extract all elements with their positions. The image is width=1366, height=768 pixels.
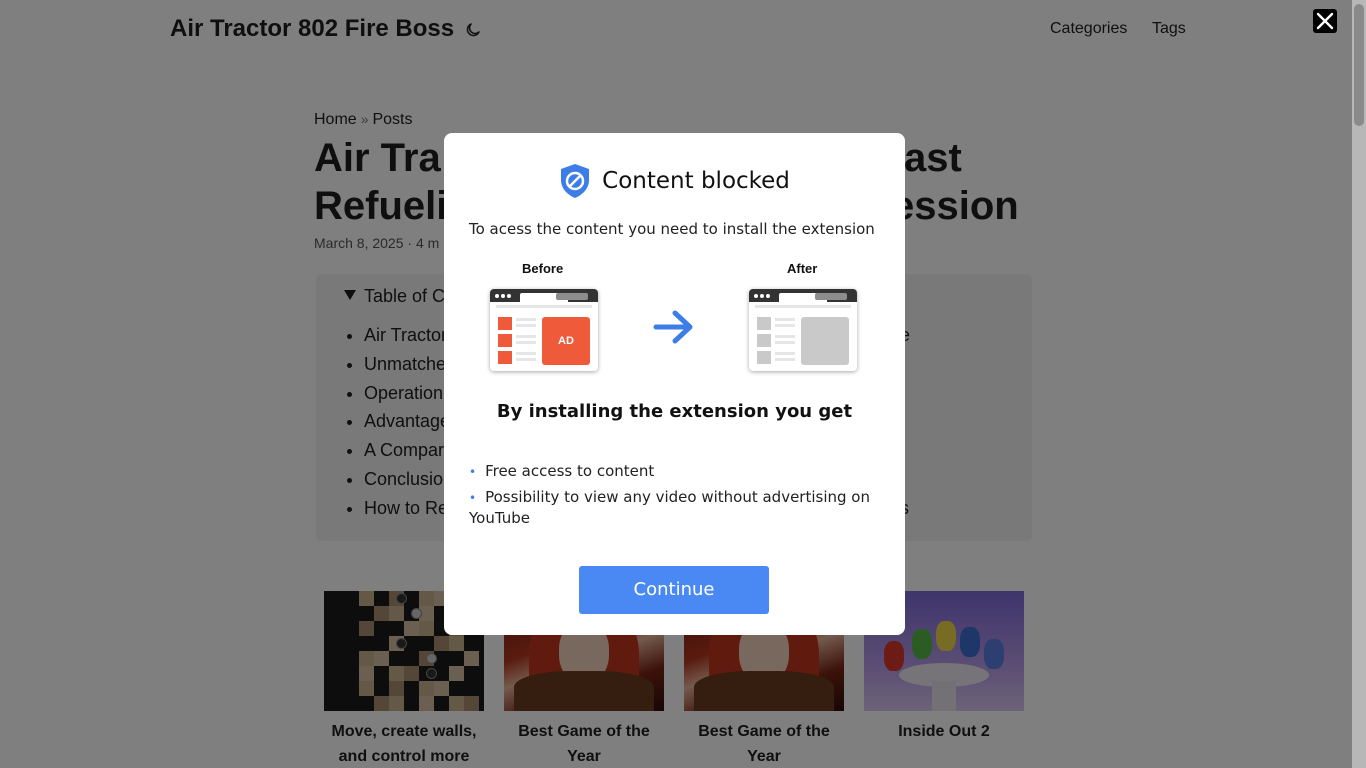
modal-header: Content blocked: [444, 163, 905, 199]
benefits-title: By installing the extension you get: [496, 401, 853, 422]
arrow-right-icon: [653, 310, 693, 344]
benefit-item: • Free access to content: [469, 461, 879, 482]
close-button[interactable]: [1313, 9, 1337, 33]
modal-title: Content blocked: [602, 168, 790, 194]
browser-with-ad-illustration: AD: [490, 289, 598, 371]
ad-label: AD: [558, 335, 574, 347]
after-label: After: [787, 261, 818, 276]
scrollbar[interactable]: [1352, 0, 1366, 768]
bullet-icon: •: [469, 491, 477, 505]
close-icon: [1316, 12, 1334, 30]
benefit-text: Free access to content: [485, 462, 655, 480]
before-label: Before: [522, 261, 564, 276]
scrollbar-thumb[interactable]: [1354, 4, 1364, 126]
shield-block-icon: [561, 164, 590, 198]
benefits-list: • Free access to content • Possibility to …: [469, 461, 879, 533]
modal-description: To acess the content you need to install…: [469, 220, 875, 238]
bullet-icon: •: [469, 465, 477, 479]
continue-button[interactable]: Continue: [579, 566, 769, 614]
content-blocked-modal: Content blocked To acess the content you…: [444, 133, 905, 635]
browser-without-ad-illustration: [749, 289, 857, 371]
before-after-illustration: Before After AD: [444, 257, 905, 377]
benefit-item: • Possibility to view any video without a…: [469, 487, 879, 528]
benefit-text: Possibility to view any video without ad…: [469, 488, 870, 527]
ad-box: AD: [542, 317, 590, 365]
